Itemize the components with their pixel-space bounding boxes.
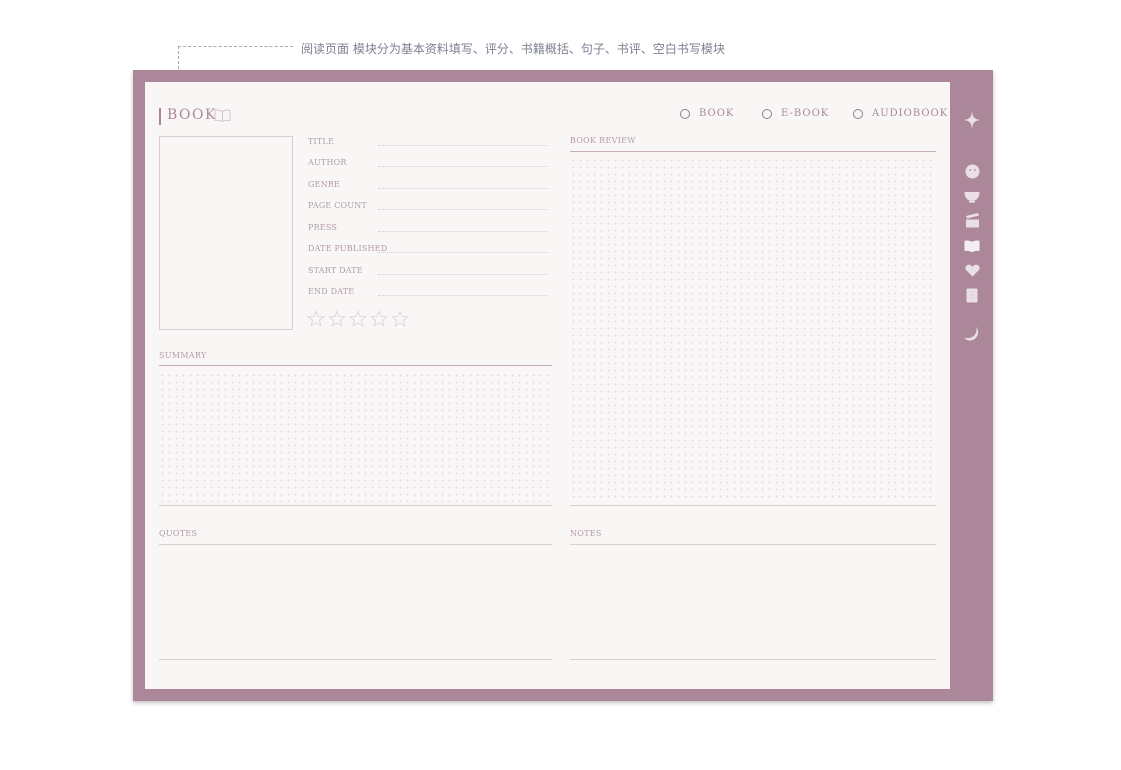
field-line[interactable] [378, 188, 548, 189]
notes-rule [570, 544, 936, 545]
clapperboard-icon[interactable] [964, 212, 980, 228]
format-label-audiobook: AUDIOBOOK [872, 108, 949, 119]
page-title: BOOK [167, 107, 217, 123]
quotes-bottom-rule[interactable] [159, 659, 552, 660]
field-label-press: PRESS [308, 223, 338, 232]
field-title[interactable]: TITLE [308, 137, 548, 151]
format-option-ebook[interactable]: E-BOOK [762, 108, 829, 119]
open-book-icon[interactable] [964, 238, 980, 254]
format-option-book[interactable]: BOOK [680, 108, 734, 119]
field-label-date-published: DATE PUBLISHED [308, 244, 388, 253]
field-line[interactable] [378, 209, 548, 210]
radio-book[interactable] [680, 108, 690, 119]
smiley-icon[interactable] [964, 163, 980, 179]
star-icon[interactable] [328, 310, 346, 328]
summary-dot-grid[interactable] [159, 372, 552, 502]
format-option-audiobook[interactable]: AUDIOBOOK [853, 108, 948, 119]
field-label-title: TITLE [308, 137, 334, 146]
star-icon[interactable] [307, 310, 325, 328]
radio-ebook[interactable] [762, 108, 772, 119]
field-line[interactable] [378, 166, 548, 167]
note-icon[interactable] [964, 287, 980, 303]
field-page-count[interactable]: PAGE COUNT [308, 201, 548, 215]
book-cover-placeholder[interactable] [159, 136, 293, 330]
summary-label: SUMMARY [159, 351, 207, 360]
format-label-book: BOOK [699, 108, 735, 119]
field-line[interactable] [378, 274, 548, 275]
star-icon[interactable] [370, 310, 388, 328]
field-line[interactable] [378, 295, 548, 296]
book-review-dot-grid[interactable] [570, 157, 936, 502]
field-label-end-date: END DATE [308, 287, 355, 296]
open-book-icon [214, 109, 231, 122]
field-line[interactable] [378, 252, 548, 253]
star-icon[interactable] [391, 310, 409, 328]
field-author[interactable]: AUTHOR [308, 158, 548, 172]
field-line[interactable] [378, 231, 548, 232]
planner-frame: BOOK BOOK E-BOOK AUDIOBOOK TITLE AUTHOR … [133, 70, 993, 701]
field-label-page-count: PAGE COUNT [308, 201, 367, 210]
field-label-genre: GENRE [308, 180, 341, 189]
bowl-icon[interactable] [964, 188, 980, 204]
notes-label: NOTES [570, 529, 602, 538]
field-date-published[interactable]: DATE PUBLISHED [308, 244, 548, 258]
summary-bottom-rule [159, 505, 552, 506]
field-start-date[interactable]: START DATE [308, 266, 548, 280]
format-label-ebook: E-BOOK [781, 108, 830, 119]
header-accent-bar [159, 108, 161, 125]
field-line[interactable] [378, 145, 548, 146]
field-label-start-date: START DATE [308, 266, 363, 275]
page-caption: 阅读页面 模块分为基本资料填写、评分、书籍概括、句子、书评、空白书写模块 [301, 42, 725, 56]
heart-icon[interactable] [964, 262, 980, 278]
quotes-label: QUOTES [159, 529, 198, 538]
star-icon[interactable] [349, 310, 367, 328]
field-genre[interactable]: GENRE [308, 180, 548, 194]
field-label-author: AUTHOR [308, 158, 347, 167]
caption-leader-line [178, 46, 293, 69]
notes-bottom-rule[interactable] [570, 659, 936, 660]
radio-audiobook[interactable] [853, 108, 863, 119]
book-review-bottom-rule [570, 505, 936, 506]
book-review-label: BOOK REVIEW [570, 136, 636, 145]
book-review-rule [570, 151, 936, 152]
quotes-rule [159, 544, 552, 545]
field-end-date[interactable]: END DATE [308, 287, 548, 301]
reading-page: BOOK BOOK E-BOOK AUDIOBOOK TITLE AUTHOR … [145, 82, 950, 689]
rating-stars[interactable] [307, 310, 412, 328]
moon-icon[interactable] [964, 326, 980, 342]
field-press[interactable]: PRESS [308, 223, 548, 237]
sparkle-icon[interactable] [964, 111, 980, 129]
summary-rule [159, 365, 552, 366]
